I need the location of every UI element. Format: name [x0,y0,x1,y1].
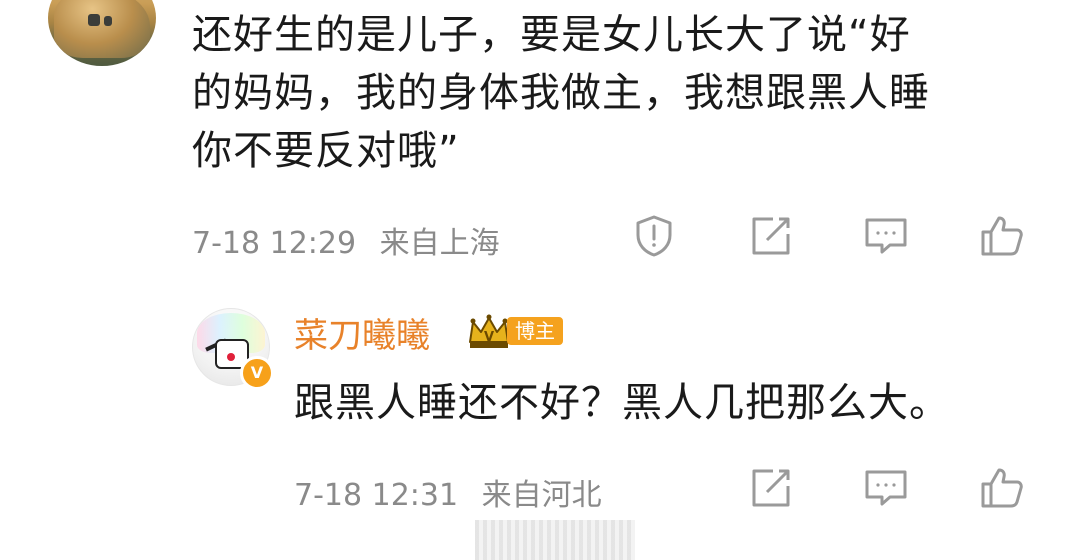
comment-meta: 7-18 12:29 来自上海 [192,218,500,262]
comment-time: 7-18 12:29 [192,226,357,261]
comment-line: 的妈妈，我的身体我做主，我想跟黑人睡 [192,70,930,116]
repost-icon[interactable] [745,462,797,514]
avatar-mouth [227,353,235,361]
comment-icon[interactable] [860,210,912,262]
reply-time: 7-18 12:31 [294,478,459,513]
vip-crown-icon[interactable]: V [466,312,512,352]
commenter-avatar[interactable] [48,0,156,66]
avatar-figure [88,14,100,26]
verified-badge: V [240,356,274,390]
like-icon[interactable] [976,210,1028,262]
reply-meta: 7-18 12:31 来自河北 [294,470,602,514]
comment-icon[interactable] [860,462,912,514]
vip-badge-letter: V [484,330,494,345]
like-icon[interactable] [976,462,1028,514]
report-icon[interactable] [628,210,680,262]
comment-body: 还好生的是儿子，要是女儿长大了说“好 的妈妈，我的身体我做主，我想跟黑人睡 你不… [192,6,1052,180]
comment-location: 来自上海 [379,226,500,261]
comment-line: 还好生的是儿子，要是女儿长大了说“好 [192,12,911,58]
reply-username[interactable]: 菜刀曦曦 [294,308,430,357]
reply-body: 跟黑人睡还不好？黑人几把那么大。 [294,380,950,426]
comment-line: 你不要反对哦” [192,128,460,174]
repost-icon[interactable] [745,210,797,262]
blogger-tag: 博主 [507,317,563,345]
reply-location: 来自河北 [481,478,602,513]
avatar-figure [104,16,112,26]
watermark-strip [475,520,635,560]
avatar-landscape [54,0,150,58]
